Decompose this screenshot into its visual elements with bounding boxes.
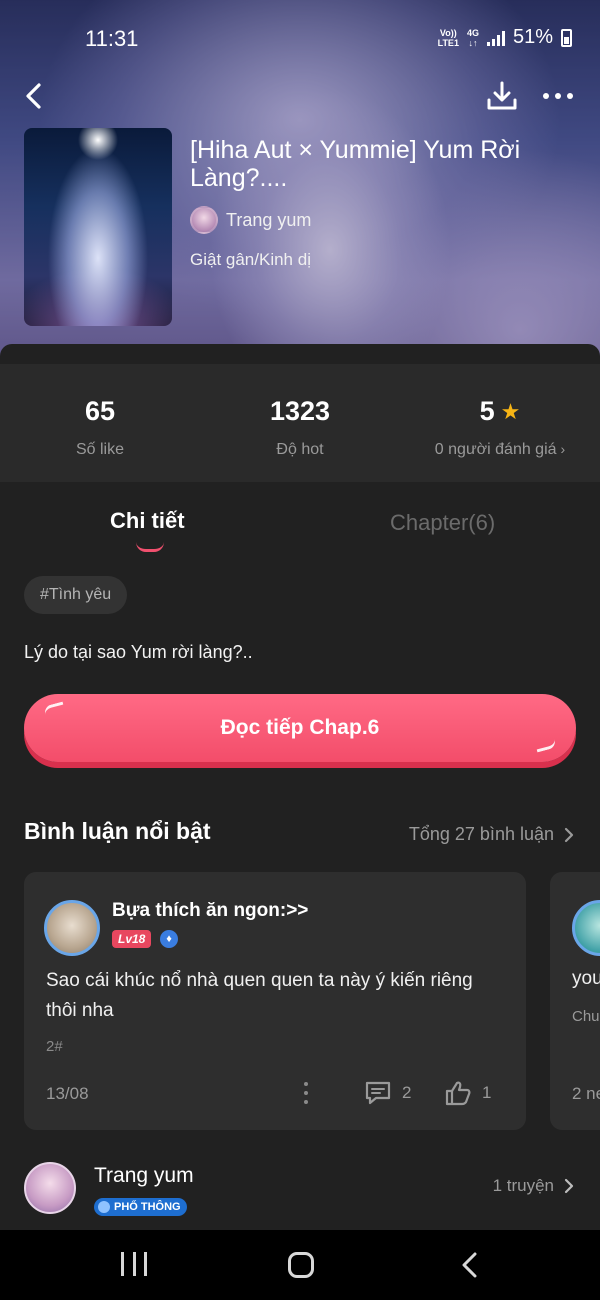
stats-bar: 65 Số like 1323 Độ hot 5 ★ 0 người đánh … xyxy=(0,364,600,482)
star-icon: ★ xyxy=(500,398,521,424)
thumbs-up-icon xyxy=(445,1081,471,1106)
data-arrows-label: ↓↑ xyxy=(468,37,478,48)
chevron-left-icon xyxy=(462,1252,477,1278)
recent-apps-button[interactable] xyxy=(121,1252,147,1276)
comment-card[interactable]: Bựa thích ăn ngon:>> Lv18 ♦ Sao cái khúc… xyxy=(24,872,526,1130)
author-stories-count: 1 truyện xyxy=(492,1176,554,1195)
author-avatar[interactable] xyxy=(24,1162,76,1214)
author-avatar xyxy=(190,206,218,234)
lte-label: LTE1 xyxy=(437,37,459,48)
battery-icon xyxy=(561,28,572,47)
volte-icon: Vo)) LTE1 xyxy=(438,28,459,48)
chevron-left-icon xyxy=(26,83,41,109)
volte-label: Vo)) xyxy=(439,27,457,38)
commenter-avatar[interactable] xyxy=(44,900,100,956)
author-rank-badge: PHỔ THÔNG xyxy=(94,1198,187,1216)
battery-percent: 51% xyxy=(512,26,553,48)
status-time: 11:31 xyxy=(85,26,139,51)
back-button[interactable] xyxy=(18,78,48,114)
dot-icon xyxy=(543,93,549,99)
story-cover-image[interactable] xyxy=(24,128,172,326)
system-nav-bar xyxy=(0,1230,600,1300)
story-title: [Hiha Aut × Yummie] Yum Rời Làng?.... xyxy=(190,136,521,192)
tag-chip[interactable]: #Tình yêu xyxy=(24,576,128,614)
tabs: Chi tiết Chapter(6) xyxy=(0,494,600,556)
like-count: 1 xyxy=(482,1083,492,1102)
author-rank-label: PHỔ THÔNG xyxy=(114,1201,181,1213)
comment-text: you xyxy=(572,968,600,989)
tab-chapter[interactable]: Chapter(6) xyxy=(390,510,495,536)
stat-hot: 1323 Độ hot xyxy=(200,364,400,482)
download-icon xyxy=(487,81,517,110)
data-icon: 4G ↓↑ xyxy=(467,28,479,48)
hot-count: 1323 xyxy=(269,396,331,426)
chevron-right-icon xyxy=(564,827,574,842)
continue-reading-label: Đọc tiếp Chap.6 xyxy=(220,716,380,739)
stat-likes: 65 Số like xyxy=(0,364,200,482)
comments-section-title: Bình luận nổi bật xyxy=(24,818,211,844)
download-button[interactable] xyxy=(484,78,520,114)
chevron-right-icon xyxy=(564,1178,574,1194)
comment-more-button[interactable] xyxy=(302,1082,310,1104)
tab-detail[interactable]: Chi tiết xyxy=(110,508,185,534)
comment-subtext: Chu xyxy=(572,1008,600,1025)
author-bar[interactable]: Trang yum PHỔ THÔNG 1 truyện xyxy=(0,1150,600,1230)
signal-icon xyxy=(486,30,505,46)
reply-count: 2 xyxy=(402,1083,412,1102)
status-icons: Vo)) LTE1 4G ↓↑ 51% xyxy=(438,26,572,49)
home-button[interactable] xyxy=(288,1252,314,1278)
member-icon: ♦ xyxy=(160,930,178,948)
like-button[interactable]: 1 xyxy=(444,1080,491,1106)
reply-button[interactable]: 2 xyxy=(364,1080,411,1106)
all-comments-link[interactable]: Tổng 27 bình luận xyxy=(409,824,574,845)
stat-rating[interactable]: 5 ★ 0 người đánh giá › xyxy=(400,364,600,482)
comments-total: Tổng 27 bình luận xyxy=(408,824,554,844)
likes-count: 65 xyxy=(84,396,116,426)
author-name: Trang yum xyxy=(94,1164,194,1187)
comment-text: Sao cái khúc nổ nhà quen quen ta này ý k… xyxy=(46,970,473,1021)
commenter-name[interactable]: Bựa thích ăn ngon:>> xyxy=(112,900,308,922)
likes-label: Số like xyxy=(75,441,125,458)
author-name: Trang yum xyxy=(226,209,312,230)
continue-reading-button[interactable]: Đọc tiếp Chap.6 xyxy=(24,694,576,762)
top-nav xyxy=(0,76,600,116)
story-description: Lý do tại sao Yum rời làng?.. xyxy=(24,642,253,662)
button-shine xyxy=(43,701,65,715)
story-detail-panel: 65 Số like 1323 Độ hot 5 ★ 0 người đánh … xyxy=(0,344,600,1230)
level-badge: Lv18 xyxy=(112,930,152,948)
data-type-label: 4G xyxy=(466,27,479,38)
tab-active-indicator xyxy=(136,542,164,552)
hot-label: Độ hot xyxy=(276,441,324,458)
rating-value-row: 5 ★ xyxy=(480,396,521,427)
author-stories-link[interactable]: 1 truyện xyxy=(493,1176,574,1196)
dot-icon xyxy=(555,93,561,99)
rating-label-row: 0 người đánh giá › xyxy=(400,441,600,459)
chevron-right-icon: › xyxy=(560,441,566,457)
dot-icon xyxy=(567,93,573,99)
story-author[interactable]: Trang yum xyxy=(190,206,311,234)
story-genre[interactable]: Giật gân/Kinh dị xyxy=(190,250,311,270)
comment-card[interactable]: you Chu 2 ne xyxy=(550,872,600,1130)
rank-icon xyxy=(98,1201,110,1213)
commenter-avatar[interactable] xyxy=(572,900,600,956)
button-shine xyxy=(535,739,557,753)
comment-date: 13/08 xyxy=(46,1084,89,1103)
comment-date: 2 ne xyxy=(572,1084,600,1103)
status-bar: 11:31 Vo)) LTE1 4G ↓↑ 51% xyxy=(0,0,600,80)
system-back-button[interactable] xyxy=(458,1250,482,1280)
comment-icon xyxy=(365,1081,391,1105)
more-options-button[interactable] xyxy=(538,78,578,114)
comment-floor: 2# xyxy=(46,1038,63,1055)
rating-count-label: 0 người đánh giá xyxy=(434,441,557,458)
rating-value: 5 xyxy=(479,396,495,426)
